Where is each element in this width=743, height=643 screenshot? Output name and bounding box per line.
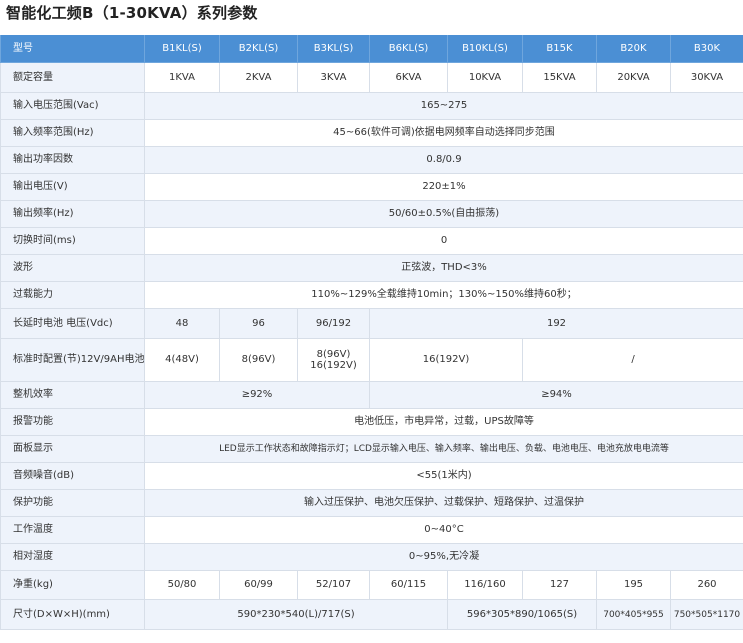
row-power-factor: 输出功率因数 0.8/0.9 [0, 146, 743, 174]
row-label: 音频噪音(dB) [0, 462, 145, 490]
row-label: 输出功率因数 [0, 146, 145, 174]
model-header: B30K [670, 35, 743, 63]
row-battery-config: 标准时配置(节)12V/9AH电池 4(48V) 8(96V) 8(96V) 16… [0, 338, 743, 382]
row-label: 工作温度 [0, 516, 145, 544]
spec-table: 型号 B1KL(S) B2KL(S) B3KL(S) B6KL(S) B10KL… [0, 35, 743, 630]
cell-value: 20KVA [596, 62, 671, 93]
model-header: B3KL(S) [297, 35, 370, 63]
cell-value: 195 [596, 570, 671, 600]
cell-value: <55(1米内) [144, 462, 743, 490]
cell-value: 596*305*890/1065(S) [447, 599, 597, 630]
cell-value: 60/115 [369, 570, 448, 600]
header-label: 型号 [0, 35, 145, 63]
cell-value: 116/160 [447, 570, 523, 600]
model-header: B20K [596, 35, 671, 63]
cell-value: 165~275 [144, 92, 743, 120]
cell-value: 590*230*540(L)/717(S) [144, 599, 448, 630]
row-noise: 音频噪音(dB) <55(1米内) [0, 462, 743, 490]
model-header: B6KL(S) [369, 35, 448, 63]
row-label: 输入频率范围(Hz) [0, 119, 145, 147]
model-header: B10KL(S) [447, 35, 523, 63]
row-label: 保护功能 [0, 489, 145, 517]
cell-value: 96 [219, 308, 298, 339]
row-panel: 面板显示 LED显示工作状态和故障指示灯；LCD显示输入电压、输入频率、输出电压… [0, 435, 743, 463]
row-weight: 净重(kg) 50/80 60/99 52/107 60/115 116/160… [0, 570, 743, 600]
row-battery-voltage: 长延时电池 电压(Vdc) 48 96 96/192 192 [0, 308, 743, 339]
cell-value: 4(48V) [144, 338, 220, 382]
cell-value: 48 [144, 308, 220, 339]
row-label: 额定容量 [0, 62, 145, 93]
cell-value: 60/99 [219, 570, 298, 600]
cell-value: 110%~129%全载维持10min；130%~150%维持60秒； [144, 281, 743, 309]
row-label: 报警功能 [0, 408, 145, 436]
row-label: 整机效率 [0, 381, 145, 409]
cell-value: ≥94% [369, 381, 743, 409]
cell-value: 50/60±0.5%(自由振荡) [144, 200, 743, 228]
model-header: B1KL(S) [144, 35, 220, 63]
row-alarm: 报警功能 电池低压，市电异常，过载，UPS故障等 [0, 408, 743, 436]
cell-value: 96/192 [297, 308, 370, 339]
cell-value: 0~40°C [144, 516, 743, 544]
cell-value: 10KVA [447, 62, 523, 93]
cell-value: 45~66(软件可调)依据电网频率自动选择同步范围 [144, 119, 743, 147]
row-label: 净重(kg) [0, 570, 145, 600]
row-efficiency: 整机效率 ≥92% ≥94% [0, 381, 743, 409]
cell-value: 8(96V) 16(192V) [297, 338, 370, 382]
row-temperature: 工作温度 0~40°C [0, 516, 743, 544]
cell-value: 192 [369, 308, 743, 339]
model-header: B15K [522, 35, 597, 63]
cell-value: 正弦波，THD<3% [144, 254, 743, 282]
row-output-frequency: 输出频率(Hz) 50/60±0.5%(自由振荡) [0, 200, 743, 228]
row-label: 输出频率(Hz) [0, 200, 145, 228]
cell-value: ≥92% [144, 381, 370, 409]
row-label: 标准时配置(节)12V/9AH电池 [0, 338, 145, 382]
cell-value: 260 [670, 570, 743, 600]
cell-value: 电池低压，市电异常，过载，UPS故障等 [144, 408, 743, 436]
row-output-voltage: 输出电压(V) 220±1% [0, 173, 743, 201]
cell-value: 52/107 [297, 570, 370, 600]
cell-value: 6KVA [369, 62, 448, 93]
row-transfer-time: 切换时间(ms) 0 [0, 227, 743, 255]
row-label: 输入电压范围(Vac) [0, 92, 145, 120]
cell-value: 8(96V) [219, 338, 298, 382]
row-input-voltage: 输入电压范围(Vac) 165~275 [0, 92, 743, 120]
cell-value: / [522, 338, 743, 382]
row-humidity: 相对湿度 0~95%,无冷凝 [0, 543, 743, 571]
row-waveform: 波形 正弦波，THD<3% [0, 254, 743, 282]
cell-value: 0.8/0.9 [144, 146, 743, 174]
cell-value: 700*405*955 [596, 599, 671, 630]
row-label: 波形 [0, 254, 145, 282]
row-protection: 保护功能 输入过压保护、电池欠压保护、过载保护、短路保护、过温保护 [0, 489, 743, 517]
page-title: 智能化工频B（1-30KVA）系列参数 [6, 4, 258, 22]
cell-value: 2KVA [219, 62, 298, 93]
cell-value: 3KVA [297, 62, 370, 93]
row-label: 过载能力 [0, 281, 145, 309]
row-label: 长延时电池 电压(Vdc) [0, 308, 145, 339]
row-label: 切换时间(ms) [0, 227, 145, 255]
cell-line: 8(96V) [316, 348, 351, 360]
cell-value: 1KVA [144, 62, 220, 93]
cell-value: 750*505*1170 [670, 599, 743, 630]
cell-value: 0 [144, 227, 743, 255]
cell-value: 0~95%,无冷凝 [144, 543, 743, 571]
row-label: 面板显示 [0, 435, 145, 463]
cell-line: 16(192V) [310, 359, 357, 371]
row-dimensions: 尺寸(D×W×H)(mm) 590*230*540(L)/717(S) 596*… [0, 599, 743, 630]
row-label: 尺寸(D×W×H)(mm) [0, 599, 145, 630]
row-label: 相对湿度 [0, 543, 145, 571]
cell-value: 16(192V) [369, 338, 523, 382]
header-row: 型号 B1KL(S) B2KL(S) B3KL(S) B6KL(S) B10KL… [0, 35, 743, 63]
row-capacity: 额定容量 1KVA 2KVA 3KVA 6KVA 10KVA 15KVA 20K… [0, 62, 743, 93]
cell-value: 50/80 [144, 570, 220, 600]
cell-value: LED显示工作状态和故障指示灯；LCD显示输入电压、输入频率、输出电压、负载、电… [144, 435, 743, 463]
row-input-frequency: 输入频率范围(Hz) 45~66(软件可调)依据电网频率自动选择同步范围 [0, 119, 743, 147]
model-header: B2KL(S) [219, 35, 298, 63]
cell-value: 220±1% [144, 173, 743, 201]
cell-value: 输入过压保护、电池欠压保护、过载保护、短路保护、过温保护 [144, 489, 743, 517]
cell-value: 30KVA [670, 62, 743, 93]
cell-value: 127 [522, 570, 597, 600]
row-overload: 过载能力 110%~129%全载维持10min；130%~150%维持60秒； [0, 281, 743, 309]
cell-value: 15KVA [522, 62, 597, 93]
row-label: 输出电压(V) [0, 173, 145, 201]
